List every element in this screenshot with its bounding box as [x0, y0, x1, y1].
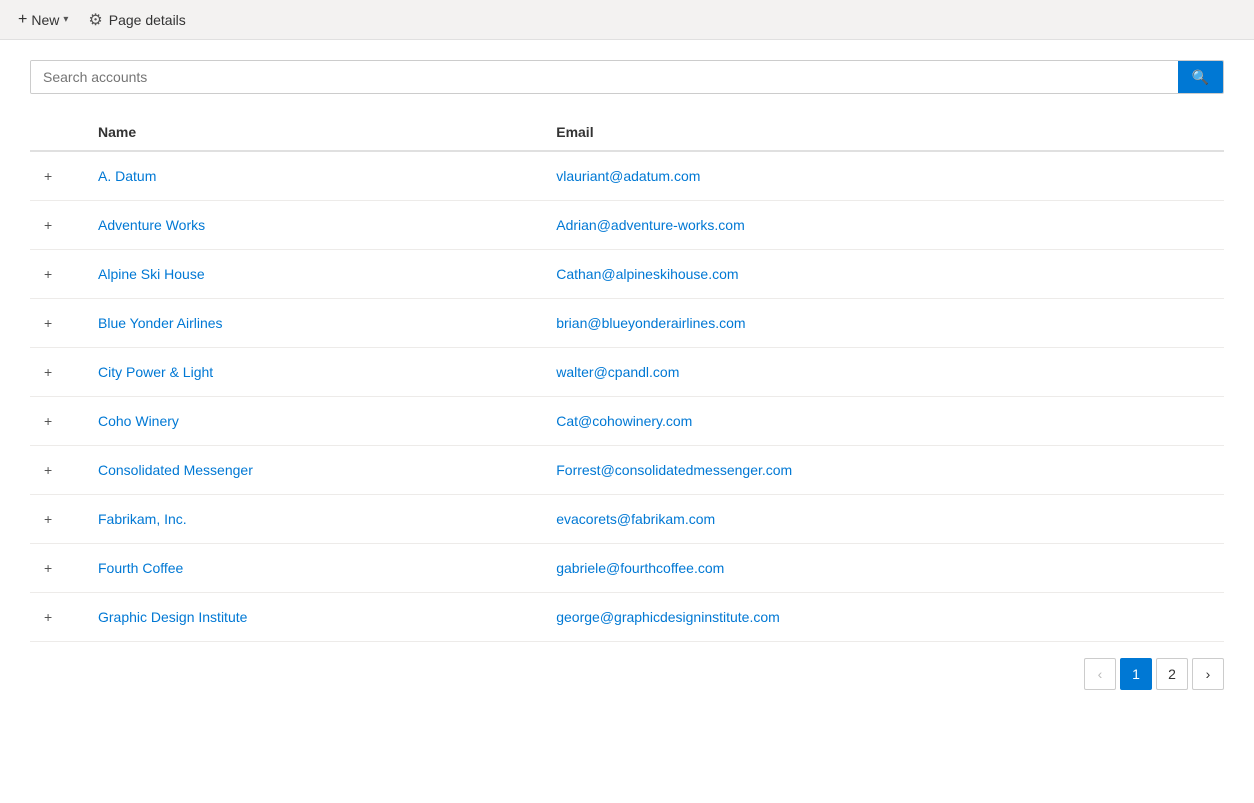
- table-row: + Fourth Coffee gabriele@fourthcoffee.com: [30, 544, 1224, 593]
- row-email-link[interactable]: Cat@cohowinery.com: [556, 413, 692, 429]
- row-expand-cell: +: [30, 495, 90, 544]
- row-email-link[interactable]: walter@cpandl.com: [556, 364, 679, 380]
- row-email-link[interactable]: Forrest@consolidatedmessenger.com: [556, 462, 792, 478]
- row-name-link[interactable]: Graphic Design Institute: [98, 609, 247, 625]
- col-expand: [30, 114, 90, 151]
- row-email-link[interactable]: Adrian@adventure-works.com: [556, 217, 745, 233]
- table-container: Name Email + A. Datum vlauriant@adatum.com…: [0, 104, 1254, 642]
- row-name-link[interactable]: Fourth Coffee: [98, 560, 183, 576]
- page-details-button[interactable]: ⚙ Page details: [82, 6, 191, 34]
- prev-page-button[interactable]: ‹: [1084, 658, 1116, 690]
- page-2-button[interactable]: 2: [1156, 658, 1188, 690]
- row-expand-button[interactable]: +: [38, 460, 58, 480]
- row-email-link[interactable]: evacorets@fabrikam.com: [556, 511, 715, 527]
- row-expand-cell: +: [30, 397, 90, 446]
- search-button[interactable]: 🔍: [1178, 61, 1223, 93]
- table-header: Name Email: [30, 114, 1224, 151]
- row-expand-button[interactable]: +: [38, 215, 58, 235]
- page-details-label: Page details: [109, 12, 186, 28]
- page-1-button[interactable]: 1: [1120, 658, 1152, 690]
- table-row: + Fabrikam, Inc. evacorets@fabrikam.com: [30, 495, 1224, 544]
- search-icon: 🔍: [1192, 69, 1209, 86]
- col-name: Name: [90, 114, 548, 151]
- row-email-cell: george@graphicdesigninstitute.com: [548, 593, 1224, 642]
- row-expand-button[interactable]: +: [38, 509, 58, 529]
- row-expand-button[interactable]: +: [38, 607, 58, 627]
- row-email-cell: Forrest@consolidatedmessenger.com: [548, 446, 1224, 495]
- row-name-cell: Fabrikam, Inc.: [90, 495, 548, 544]
- row-email-link[interactable]: Cathan@alpineskihouse.com: [556, 266, 738, 282]
- row-name-link[interactable]: Coho Winery: [98, 413, 179, 429]
- row-expand-button[interactable]: +: [38, 313, 58, 333]
- row-email-link[interactable]: brian@blueyonderairlines.com: [556, 315, 745, 331]
- row-email-cell: Adrian@adventure-works.com: [548, 201, 1224, 250]
- table-row: + Consolidated Messenger Forrest@consolida…: [30, 446, 1224, 495]
- toolbar: + New ▾ ⚙ Page details: [0, 0, 1254, 40]
- row-email-cell: evacorets@fabrikam.com: [548, 495, 1224, 544]
- gear-icon: ⚙: [88, 10, 102, 30]
- row-name-cell: Consolidated Messenger: [90, 446, 548, 495]
- row-name-cell: Blue Yonder Airlines: [90, 299, 548, 348]
- row-name-link[interactable]: Adventure Works: [98, 217, 205, 233]
- row-expand-cell: +: [30, 299, 90, 348]
- row-name-cell: Adventure Works: [90, 201, 548, 250]
- row-name-cell: Alpine Ski House: [90, 250, 548, 299]
- new-label: New: [31, 12, 59, 28]
- row-expand-cell: +: [30, 348, 90, 397]
- row-email-link[interactable]: gabriele@fourthcoffee.com: [556, 560, 724, 576]
- row-email-cell: gabriele@fourthcoffee.com: [548, 544, 1224, 593]
- search-input[interactable]: [31, 61, 1178, 93]
- row-email-cell: walter@cpandl.com: [548, 348, 1224, 397]
- row-expand-cell: +: [30, 151, 90, 201]
- plus-icon: +: [18, 11, 27, 29]
- table-row: + Adventure Works Adrian@adventure-works.c…: [30, 201, 1224, 250]
- row-expand-button[interactable]: +: [38, 558, 58, 578]
- table-row: + Blue Yonder Airlines brian@blueyonderair…: [30, 299, 1224, 348]
- table-row: + Graphic Design Institute george@graphicd…: [30, 593, 1224, 642]
- row-expand-cell: +: [30, 544, 90, 593]
- row-email-cell: vlauriant@adatum.com: [548, 151, 1224, 201]
- row-name-cell: Fourth Coffee: [90, 544, 548, 593]
- pagination-area: ‹ 1 2 ›: [0, 642, 1254, 706]
- row-email-cell: Cathan@alpineskihouse.com: [548, 250, 1224, 299]
- next-page-button[interactable]: ›: [1192, 658, 1224, 690]
- search-area: 🔍: [0, 40, 1254, 104]
- new-button[interactable]: + New ▾: [12, 7, 74, 33]
- row-name-link[interactable]: Alpine Ski House: [98, 266, 205, 282]
- row-name-link[interactable]: A. Datum: [98, 168, 156, 184]
- row-expand-cell: +: [30, 593, 90, 642]
- row-name-cell: A. Datum: [90, 151, 548, 201]
- table-row: + A. Datum vlauriant@adatum.com: [30, 151, 1224, 201]
- row-expand-cell: +: [30, 446, 90, 495]
- row-email-cell: Cat@cohowinery.com: [548, 397, 1224, 446]
- row-email-link[interactable]: vlauriant@adatum.com: [556, 168, 700, 184]
- row-name-link[interactable]: Fabrikam, Inc.: [98, 511, 187, 527]
- chevron-down-icon: ▾: [63, 14, 68, 25]
- row-name-link[interactable]: Blue Yonder Airlines: [98, 315, 223, 331]
- table-row: + City Power & Light walter@cpandl.com: [30, 348, 1224, 397]
- accounts-table: Name Email + A. Datum vlauriant@adatum.com…: [30, 114, 1224, 642]
- table-body: + A. Datum vlauriant@adatum.com + Adventure …: [30, 151, 1224, 642]
- col-email: Email: [548, 114, 1224, 151]
- row-name-link[interactable]: Consolidated Messenger: [98, 462, 253, 478]
- row-expand-button[interactable]: +: [38, 362, 58, 382]
- row-email-link[interactable]: george@graphicdesigninstitute.com: [556, 609, 780, 625]
- row-expand-button[interactable]: +: [38, 166, 58, 186]
- table-row: + Coho Winery Cat@cohowinery.com: [30, 397, 1224, 446]
- row-name-cell: Graphic Design Institute: [90, 593, 548, 642]
- row-name-cell: City Power & Light: [90, 348, 548, 397]
- row-expand-cell: +: [30, 201, 90, 250]
- table-row: + Alpine Ski House Cathan@alpineskihouse.c…: [30, 250, 1224, 299]
- row-name-link[interactable]: City Power & Light: [98, 364, 213, 380]
- search-wrapper: 🔍: [30, 60, 1224, 94]
- row-email-cell: brian@blueyonderairlines.com: [548, 299, 1224, 348]
- row-expand-button[interactable]: +: [38, 264, 58, 284]
- row-expand-button[interactable]: +: [38, 411, 58, 431]
- row-name-cell: Coho Winery: [90, 397, 548, 446]
- row-expand-cell: +: [30, 250, 90, 299]
